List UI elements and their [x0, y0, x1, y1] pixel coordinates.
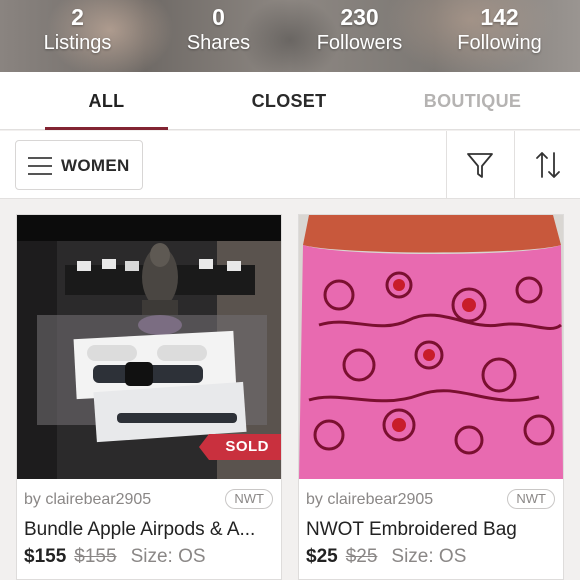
listing-title[interactable]: NWOT Embroidered Bag [306, 519, 558, 541]
original-price: $155 [74, 546, 117, 567]
tab-all[interactable]: ALL [45, 72, 168, 130]
sort-arrows-icon [536, 152, 560, 178]
seller-name[interactable]: by clairebear2905 [306, 491, 433, 509]
department-button[interactable]: WOMEN [15, 140, 143, 190]
tab-boutique[interactable]: BOUTIQUE [405, 72, 540, 130]
listing-card[interactable]: by clairebear2905 NWT NWOT Embroidered B… [298, 214, 564, 580]
listing-card[interactable]: SOLD by clairebear2905 NWT Bundle Apple … [16, 214, 282, 580]
stat-value: 0 [212, 4, 225, 30]
listing-title[interactable]: Bundle Apple Airpods & A... [24, 519, 276, 541]
stat-label: Shares [186, 32, 251, 54]
sort-button[interactable] [515, 131, 580, 199]
stat-shares[interactable]: 0 Shares [146, 4, 291, 56]
stat-label: Followers [316, 32, 403, 54]
stat-label: Listings [43, 32, 112, 54]
listing-photo [299, 215, 563, 479]
filter-bar: WOMEN [0, 131, 580, 199]
stat-value: 230 [340, 4, 379, 30]
listing-image[interactable] [299, 215, 563, 479]
size-label: Size: OS [391, 546, 467, 567]
stat-label: Following [457, 32, 542, 54]
price: $25 [306, 546, 338, 567]
sold-badge: SOLD [199, 434, 281, 460]
tab-closet[interactable]: CLOSET [228, 72, 350, 130]
stat-followers[interactable]: 230 Followers [287, 4, 432, 56]
price: $155 [24, 546, 67, 567]
stat-listings[interactable]: 2 Listings [5, 4, 150, 56]
closet-tabs: ALL CLOSET BOUTIQUE [0, 72, 580, 130]
price-row: $155 $155 Size: OS [24, 546, 206, 568]
menu-icon [28, 157, 52, 175]
stat-value: 2 [71, 4, 84, 30]
filter-button[interactable] [447, 131, 513, 199]
stat-following[interactable]: 142 Following [427, 4, 572, 56]
original-price: $25 [345, 546, 378, 567]
department-label: WOMEN [61, 156, 130, 175]
seller-name[interactable]: by clairebear2905 [24, 491, 151, 509]
condition-badge: NWT [507, 489, 555, 509]
profile-stats-header: 2 Listings 0 Shares 230 Followers 142 Fo… [0, 0, 580, 72]
size-label: Size: OS [130, 546, 206, 567]
funnel-icon [467, 153, 493, 178]
condition-badge: NWT [225, 489, 273, 509]
price-row: $25 $25 Size: OS [306, 546, 466, 568]
stat-value: 142 [480, 4, 519, 30]
